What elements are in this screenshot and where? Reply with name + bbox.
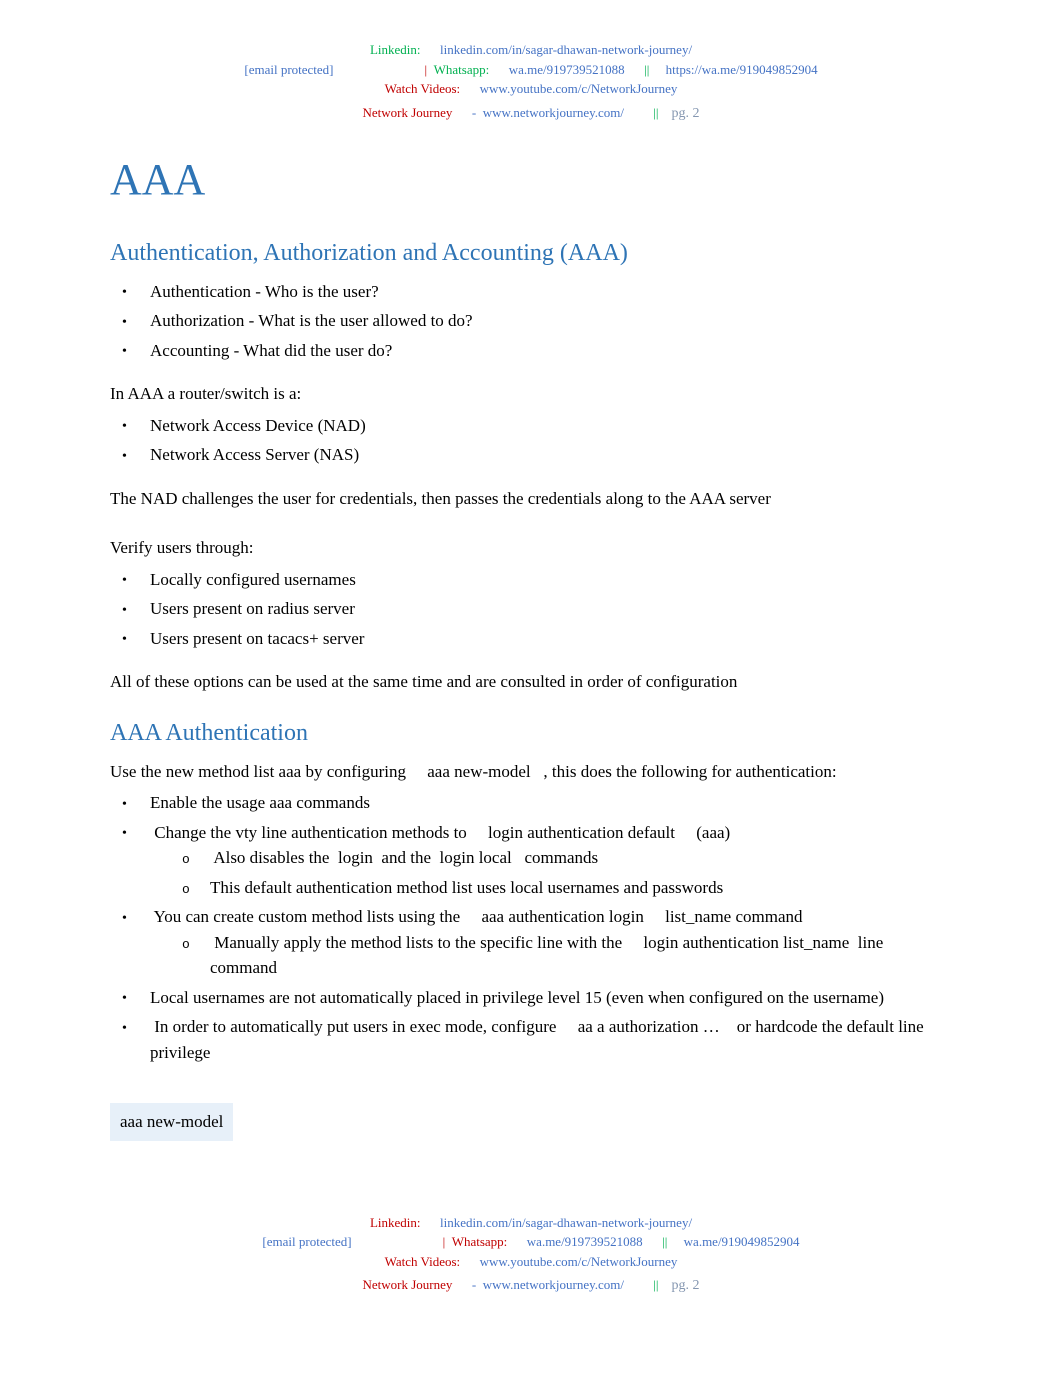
list-item: Network Access Server (NAS) — [150, 442, 952, 468]
linkedin-link[interactable]: linkedin.com/in/sagar-dhawan-network-jou… — [440, 1215, 692, 1230]
list-item: Network Access Device (NAD) — [150, 413, 952, 439]
command-text: aa a authorization … — [578, 1017, 720, 1036]
paragraph: All of these options can be used at the … — [110, 669, 952, 695]
list-item: This default authentication method list … — [210, 875, 952, 901]
command-text: login local — [440, 848, 512, 867]
separator: | — [443, 1234, 446, 1249]
list-item: Change the vty line authentication metho… — [150, 820, 952, 901]
youtube-link[interactable]: www.youtube.com/c/NetworkJourney — [480, 81, 678, 96]
list-item: Local usernames are not automatically pl… — [150, 985, 952, 1011]
linkedin-label: Linkedin: — [370, 1215, 421, 1230]
list-item: You can create custom method lists using… — [150, 904, 952, 981]
whatsapp-link[interactable]: wa.me/919739521088 — [509, 62, 625, 77]
separator: || — [662, 1234, 667, 1249]
dash: - — [472, 1277, 476, 1292]
linkedin-link[interactable]: linkedin.com/in/sagar-dhawan-network-jou… — [440, 42, 692, 57]
command-text: aaa authentication login — [481, 907, 648, 926]
site-link[interactable]: www.networkjourney.com/ — [483, 105, 624, 120]
whatsapp-alt-link[interactable]: https://wa.me/919049852904 — [666, 62, 818, 77]
list-item: Manually apply the method lists to the s… — [210, 930, 952, 981]
email-link[interactable]: [email protected] — [244, 62, 333, 77]
linkedin-label: Linkedin: — [370, 42, 421, 57]
page-footer: Linkedin: linkedin.com/in/sagar-dhawan-n… — [0, 1213, 1062, 1297]
dash: - — [472, 105, 476, 120]
site-link[interactable]: www.networkjourney.com/ — [483, 1277, 624, 1292]
list-item: Authentication - Who is the user? — [150, 279, 952, 305]
paragraph: Verify users through: — [110, 535, 952, 561]
paragraph: The NAD challenges the user for credenti… — [110, 486, 952, 512]
paragraph: In AAA a router/switch is a: — [110, 381, 952, 407]
command-text: aaa new-model — [427, 762, 530, 781]
separator: || — [644, 62, 649, 77]
separator: || — [653, 105, 658, 120]
separator: || — [653, 1277, 658, 1292]
paragraph: Use the new method list aaa by configuri… — [110, 759, 952, 785]
brand-name: Network Journey — [363, 1277, 453, 1292]
code-block: aaa new-model — [110, 1103, 233, 1141]
command-text: login authentication — [643, 933, 783, 952]
watch-videos-label: Watch Videos: — [385, 1254, 461, 1269]
email-link[interactable]: [email protected] — [262, 1234, 351, 1249]
page-number: pg. 2 — [672, 1278, 700, 1293]
variable-text: list_name — [665, 907, 731, 926]
list-item: Also disables the login and the login lo… — [210, 845, 952, 871]
list-item: Accounting - What did the user do? — [150, 338, 952, 364]
brand-name: Network Journey — [363, 105, 453, 120]
authentication-steps-list: Enable the usage aaa commands Change the… — [110, 790, 952, 1065]
whatsapp-link[interactable]: wa.me/919739521088 — [527, 1234, 643, 1249]
whatsapp-label: Whatsapp: — [452, 1234, 508, 1249]
command-text: login authentication default — [488, 823, 675, 842]
list-item: Authorization - What is the user allowed… — [150, 308, 952, 334]
watch-videos-label: Watch Videos: — [385, 81, 461, 96]
nad-nas-list: Network Access Device (NAD) Network Acce… — [110, 413, 952, 468]
section-heading-authentication: AAA Authentication — [110, 715, 952, 751]
whatsapp-alt-link[interactable]: wa.me/919049852904 — [684, 1234, 800, 1249]
section-heading-aaa: Authentication, Authorization and Accoun… — [110, 235, 952, 271]
command-text: login — [338, 848, 373, 867]
list-item: Users present on tacacs+ server — [150, 626, 952, 652]
document-title: AAA — [110, 154, 952, 205]
list-item: Locally configured usernames — [150, 567, 952, 593]
page-header: Linkedin: linkedin.com/in/sagar-dhawan-n… — [110, 40, 952, 124]
page-number: pg. 2 — [672, 106, 700, 121]
separator: | — [425, 62, 428, 77]
whatsapp-label: Whatsapp: — [434, 62, 490, 77]
aaa-definition-list: Authentication - Who is the user? Author… — [110, 279, 952, 364]
variable-text: list_name — [783, 933, 849, 952]
verify-users-list: Locally configured usernames Users prese… — [110, 567, 952, 652]
list-item: In order to automatically put users in e… — [150, 1014, 952, 1065]
youtube-link[interactable]: www.youtube.com/c/NetworkJourney — [480, 1254, 678, 1269]
list-item: Users present on radius server — [150, 596, 952, 622]
list-item: Enable the usage aaa commands — [150, 790, 952, 816]
